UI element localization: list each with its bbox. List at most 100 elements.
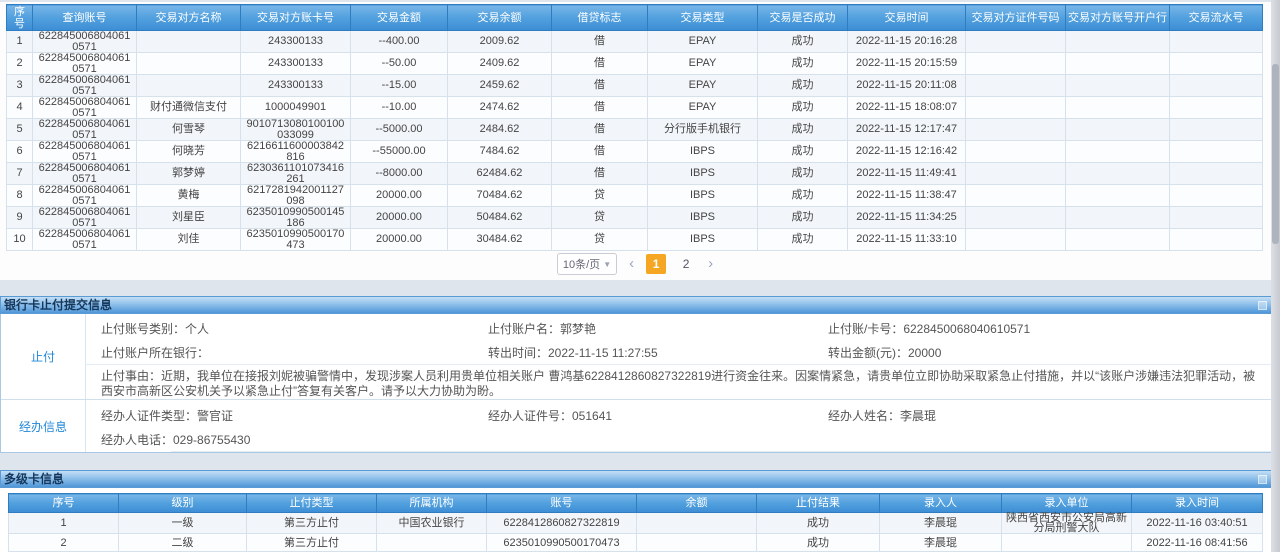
field-account-name: 止付账户名：郭梦艳 <box>488 320 828 337</box>
table-row: 76228450068040610571郭梦婷62303611010734162… <box>7 163 1263 185</box>
transaction-panel: 序号查询账号交易对方名称交易对方账卡号交易金额交易余额借贷标志交易类型交易是否成… <box>0 2 1272 280</box>
column-header: 交易对方证件号码 <box>966 5 1066 31</box>
collapse-icon[interactable] <box>1258 301 1267 310</box>
table-cell: 刘佳 <box>137 229 241 251</box>
table-cell: 20000.00 <box>351 185 448 207</box>
table-cell: IBPS <box>648 207 758 229</box>
table-cell: 243300133 <box>241 31 351 53</box>
stop-payment-section-bar: 银行卡止付提交信息 <box>0 296 1272 314</box>
table-cell: 成功 <box>757 534 880 552</box>
table-cell: 贷 <box>552 229 648 251</box>
prev-page-icon[interactable]: ‹ <box>627 254 636 274</box>
table-cell: EPAY <box>648 53 758 75</box>
page-size-select[interactable]: 10条/页 ▼ <box>557 253 617 275</box>
table-cell <box>1170 31 1263 53</box>
page-button-2[interactable]: 2 <box>676 254 696 274</box>
table-cell <box>966 75 1066 97</box>
scrollbar-thumb[interactable] <box>1272 64 1279 244</box>
table-cell <box>377 534 487 552</box>
table-cell: 成功 <box>758 97 848 119</box>
group-label: 经办信息 <box>1 400 86 452</box>
table-row: 1一级第三方止付中国农业银行6228412860827322819成功李晨琨陕西… <box>9 513 1263 534</box>
table-cell <box>966 207 1066 229</box>
table-cell: 6217281942001127098 <box>241 185 351 207</box>
table-cell: --8000.00 <box>351 163 448 185</box>
column-header: 交易对方名称 <box>137 5 241 31</box>
chevron-down-icon: ▼ <box>603 260 611 269</box>
table-cell: 2022-11-15 11:34:25 <box>848 207 966 229</box>
table-row: 56228450068040610571何雪琴90107130801001000… <box>7 119 1263 141</box>
table-cell: 一级 <box>119 513 247 534</box>
table-cell: 2022-11-15 11:33:10 <box>848 229 966 251</box>
table-cell: EPAY <box>648 31 758 53</box>
table-cell: --10.00 <box>351 97 448 119</box>
table-cell: 2022-11-15 20:11:08 <box>848 75 966 97</box>
multicard-section-title: 多级卡信息 <box>4 471 64 487</box>
table-cell: 何雪琴 <box>137 119 241 141</box>
table-cell: IBPS <box>648 229 758 251</box>
page-size-label: 10条/页 <box>563 256 600 272</box>
table-cell: 成功 <box>758 207 848 229</box>
multicard-section-bar: 多级卡信息 <box>0 470 1272 488</box>
page-button-1[interactable]: 1 <box>646 254 666 274</box>
column-header: 交易对方账号开户行 <box>1066 5 1170 31</box>
column-header: 止付类型 <box>247 494 377 513</box>
field-reason: 止付事由：近期，我单位在接报刘妮被骗警情中，发现涉案人员利用贵单位相关账户 曹鸿… <box>86 364 1271 402</box>
table-cell: 3 <box>7 75 33 97</box>
table-cell: 2 <box>9 534 119 552</box>
table-cell: 6230361101073416261 <box>241 163 351 185</box>
table-cell: 贷 <box>552 185 648 207</box>
agent-info-group: 经办信息 经办人证件类型：警官证 经办人证件号：051641 经办人姓名：李晨琨… <box>1 400 1271 452</box>
column-header: 录入单位 <box>1002 494 1132 513</box>
table-row: 2二级第三方止付6235010990500170473成功李晨琨2022-11-… <box>9 534 1263 552</box>
table-cell <box>1170 207 1263 229</box>
table-cell: 1000049901 <box>241 97 351 119</box>
table-cell: 6235010990500145186 <box>241 207 351 229</box>
table-cell: 6228450068040610571 <box>33 163 137 185</box>
field-card-number: 止付账/卡号：6228450068040610571 <box>828 320 1271 337</box>
column-header: 交易金额 <box>351 5 448 31</box>
table-cell <box>637 534 757 552</box>
table-cell: 成功 <box>758 119 848 141</box>
table-cell: 刘星臣 <box>137 207 241 229</box>
table-cell <box>1170 163 1263 185</box>
table-cell: 2022-11-15 12:16:42 <box>848 141 966 163</box>
next-page-icon[interactable]: › <box>706 254 715 274</box>
table-row: 86228450068040610571黄梅621728194200112709… <box>7 185 1263 207</box>
column-header: 所属机构 <box>377 494 487 513</box>
table-cell: --15.00 <box>351 75 448 97</box>
table-cell: 6228450068040610571 <box>33 119 137 141</box>
table-cell <box>137 75 241 97</box>
table-cell: 郭梦婷 <box>137 163 241 185</box>
field-bank: 止付账户所在银行： <box>101 344 488 361</box>
table-cell: 第三方止付 <box>247 513 377 534</box>
table-cell: 243300133 <box>241 75 351 97</box>
table-cell <box>966 163 1066 185</box>
table-cell: 50484.62 <box>448 207 552 229</box>
table-cell: --55000.00 <box>351 141 448 163</box>
table-cell: 6228450068040610571 <box>33 31 137 53</box>
table-cell <box>137 31 241 53</box>
table-cell: 6228412860827322819 <box>487 513 637 534</box>
table-cell: 二级 <box>119 534 247 552</box>
table-cell: 2474.62 <box>448 97 552 119</box>
table-cell: 20000.00 <box>351 229 448 251</box>
scrollbar-track[interactable] <box>1271 0 1280 552</box>
collapse-icon[interactable] <box>1258 475 1267 484</box>
table-cell: 6216611600003842816 <box>241 141 351 163</box>
table-cell <box>1002 534 1132 552</box>
multicard-table-body: 1一级第三方止付中国农业银行6228412860827322819成功李晨琨陕西… <box>9 513 1263 552</box>
table-cell <box>1170 185 1263 207</box>
table-cell: 成功 <box>758 141 848 163</box>
table-cell: 成功 <box>758 229 848 251</box>
column-header: 查询账号 <box>33 5 137 31</box>
table-cell: 243300133 <box>241 53 351 75</box>
table-cell: 6235010990500170473 <box>487 534 637 552</box>
table-cell: 6228450068040610571 <box>33 141 137 163</box>
table-cell: 借 <box>552 163 648 185</box>
table-row: 46228450068040610571财付通微信支付1000049901--1… <box>7 97 1263 119</box>
table-cell: 8 <box>7 185 33 207</box>
table-cell: 2022-11-15 20:16:28 <box>848 31 966 53</box>
table-cell: 2009.62 <box>448 31 552 53</box>
table-cell: 9 <box>7 207 33 229</box>
